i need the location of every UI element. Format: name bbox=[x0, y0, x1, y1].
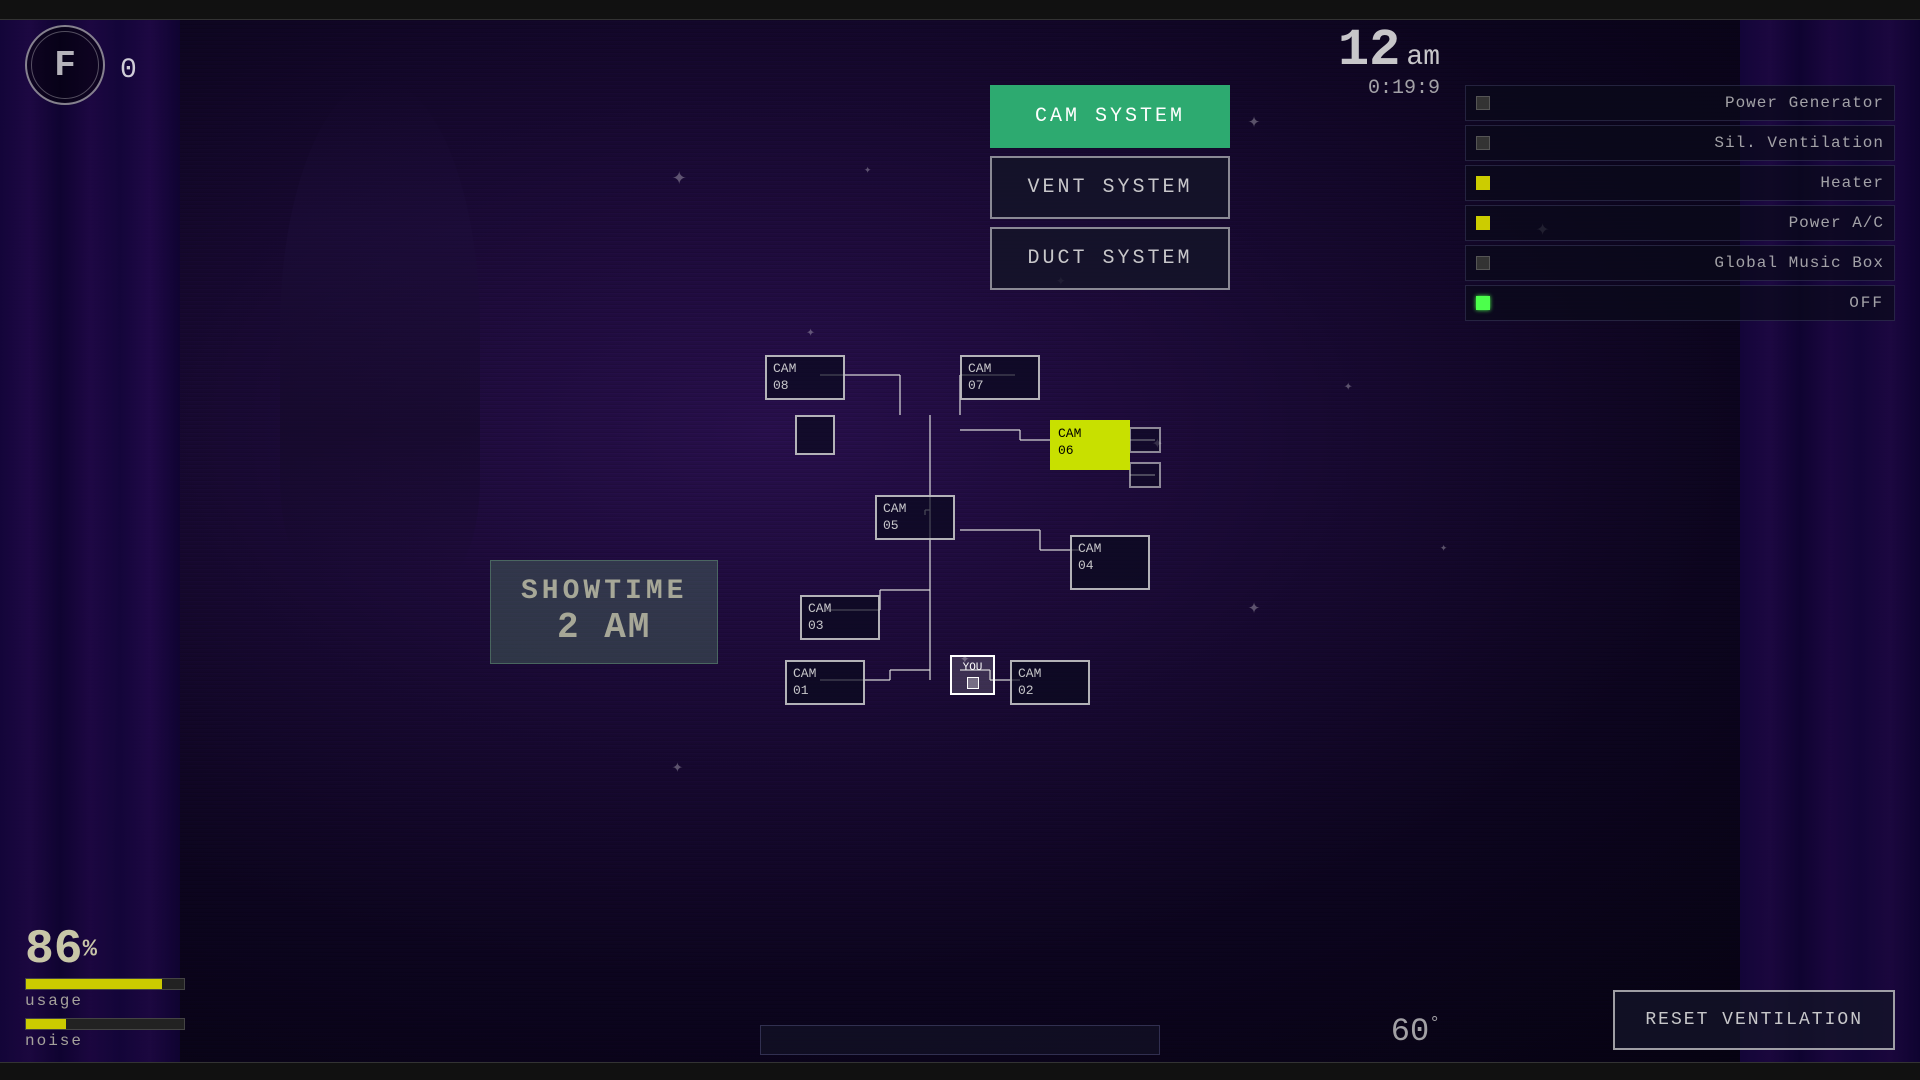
time-am: am bbox=[1406, 42, 1440, 73]
label-power-generator: Power Generator bbox=[1500, 94, 1884, 112]
percent-display: 86% bbox=[25, 926, 225, 974]
cam08-label: CAM08 bbox=[773, 361, 796, 393]
panel-item-global-music-box: Global Music Box bbox=[1465, 245, 1895, 281]
time-hour: 12 bbox=[1338, 25, 1400, 77]
cam-node-05[interactable]: CAM05 bbox=[875, 495, 955, 540]
cam04-label: CAM04 bbox=[1078, 541, 1101, 573]
label-off: OFF bbox=[1500, 294, 1884, 312]
label-sil-ventilation: Sil. Ventilation bbox=[1500, 134, 1884, 152]
time-seconds: 0:19:9 bbox=[1338, 77, 1440, 100]
system-buttons-panel: CAM SYSTEM VENT SYSTEM DUCT SYSTEM bbox=[990, 85, 1230, 298]
cam05-label: CAM05 bbox=[883, 501, 906, 533]
noise-bar bbox=[26, 1019, 66, 1029]
duct-system-button[interactable]: DUCT SYSTEM bbox=[990, 227, 1230, 290]
usage-label: usage bbox=[25, 992, 225, 1010]
cam-node-08[interactable]: CAM08 bbox=[765, 355, 845, 400]
time-display: 12 am 0:19:9 bbox=[1338, 25, 1440, 100]
curtain-left bbox=[0, 0, 180, 1080]
led-off bbox=[1476, 296, 1490, 310]
panel-item-off[interactable]: OFF bbox=[1465, 285, 1895, 321]
led-power-generator bbox=[1476, 96, 1490, 110]
cam-node-04[interactable]: CAM04 bbox=[1070, 535, 1150, 590]
logo-inner bbox=[31, 31, 99, 99]
label-power-ac: Power A/C bbox=[1500, 214, 1884, 232]
temperature-display: 60° bbox=[1391, 1013, 1440, 1050]
label-heater: Heater bbox=[1500, 174, 1884, 192]
camera-map: CAM08 CAM07 CAM06 CAM05 CAM04 CAM03 CAM0… bbox=[680, 300, 1240, 760]
cam-node-02[interactable]: CAM02 bbox=[1010, 660, 1090, 705]
led-power-ac bbox=[1476, 216, 1490, 230]
stats-panel: 86% usage noise bbox=[25, 926, 225, 1050]
cam-node-01[interactable]: CAM01 bbox=[785, 660, 865, 705]
showtime-time: 2 AM bbox=[521, 607, 687, 648]
cam-node-06[interactable]: CAM06 bbox=[1050, 420, 1130, 470]
cam-node-03[interactable]: CAM03 bbox=[800, 595, 880, 640]
cam-system-button[interactable]: CAM SYSTEM bbox=[990, 85, 1230, 148]
cam-node-08-sub bbox=[795, 415, 835, 455]
vent-system-button[interactable]: VENT SYSTEM bbox=[990, 156, 1230, 219]
label-global-music-box: Global Music Box bbox=[1500, 254, 1884, 272]
reset-ventilation-button[interactable]: RESET VENTILATION bbox=[1613, 990, 1895, 1050]
cam-node-07[interactable]: CAM07 bbox=[960, 355, 1040, 400]
noise-bar-container bbox=[25, 1018, 185, 1030]
showtime-title: SHOWTIME bbox=[521, 576, 687, 607]
panel-item-power-ac[interactable]: Power A/C bbox=[1465, 205, 1895, 241]
cam02-label: CAM02 bbox=[1018, 666, 1041, 698]
score-display: 0 bbox=[120, 55, 137, 86]
noise-label: noise bbox=[25, 1032, 225, 1050]
panel-item-sil-ventilation: Sil. Ventilation bbox=[1465, 125, 1895, 161]
cam03-label: CAM03 bbox=[808, 601, 831, 633]
usage-percent: 86 bbox=[25, 923, 83, 977]
top-bar bbox=[0, 0, 1920, 20]
panel-item-power-generator: Power Generator bbox=[1465, 85, 1895, 121]
score-value: 0 bbox=[120, 55, 137, 86]
center-input bbox=[760, 1025, 1160, 1055]
you-label: YOU bbox=[958, 661, 987, 675]
bottom-bar bbox=[0, 1062, 1920, 1080]
usage-bar-container bbox=[25, 978, 185, 990]
led-heater bbox=[1476, 176, 1490, 190]
led-sil-ventilation bbox=[1476, 136, 1490, 150]
led-global-music-box bbox=[1476, 256, 1490, 270]
cam01-label: CAM01 bbox=[793, 666, 816, 698]
cam-node-you: YOU bbox=[950, 655, 995, 695]
showtime-sign: SHOWTIME 2 AM bbox=[490, 560, 718, 664]
you-indicator bbox=[967, 677, 979, 689]
usage-bar bbox=[26, 979, 162, 989]
panel-item-heater[interactable]: Heater bbox=[1465, 165, 1895, 201]
temperature-value: 60 bbox=[1391, 1013, 1429, 1050]
animatronic-silhouette bbox=[280, 80, 480, 580]
cam07-label: CAM07 bbox=[968, 361, 991, 393]
percent-symbol: % bbox=[83, 937, 97, 964]
temperature-unit: ° bbox=[1429, 1014, 1440, 1034]
right-panel: Power Generator Sil. Ventilation Heater … bbox=[1465, 85, 1895, 325]
cam06-label: CAM06 bbox=[1058, 426, 1081, 458]
logo: F bbox=[25, 25, 105, 105]
